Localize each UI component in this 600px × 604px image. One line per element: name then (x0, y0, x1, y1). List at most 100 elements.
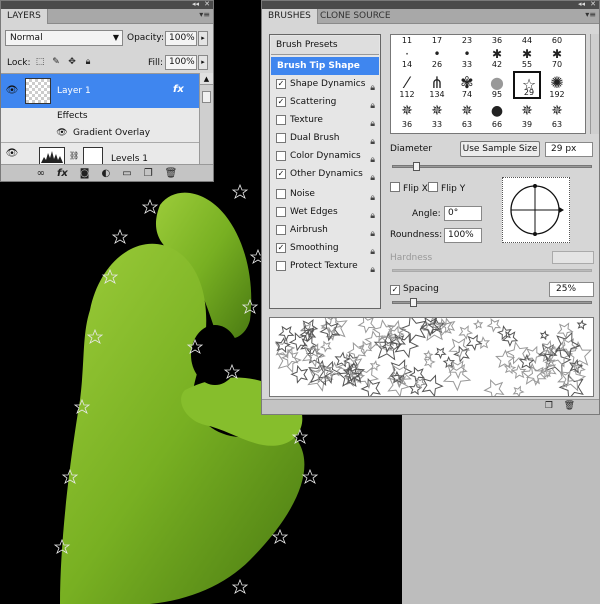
option-color-dynamics[interactable]: Color Dynamics 🔒︎ (271, 147, 379, 165)
diameter-slider-knob[interactable] (413, 162, 420, 171)
eye-icon[interactable]: 👁︎ (5, 148, 19, 160)
brush-tip[interactable]: • 33 (453, 45, 481, 69)
option-noise[interactable]: Noise 🔒︎ (271, 185, 379, 203)
opacity-input[interactable]: 100% (165, 31, 197, 46)
layers-scrollbar[interactable]: ▲ (199, 73, 213, 165)
folder-icon[interactable]: ▭ (122, 168, 131, 179)
brush-tip[interactable]: 44 (513, 35, 541, 45)
checkbox-checked[interactable]: ✓ (276, 79, 286, 89)
fx-icon[interactable]: fx (173, 84, 184, 95)
checkbox-checked[interactable]: ✓ (276, 97, 286, 107)
checkbox[interactable] (276, 133, 286, 143)
option-dual-brush[interactable]: Dual Brush 🔒︎ (271, 129, 379, 147)
checkbox[interactable] (428, 182, 438, 192)
brush-tip[interactable]: ✵ 36 (393, 101, 421, 129)
checkbox[interactable] (276, 207, 286, 217)
option-smoothing[interactable]: ✓ Smoothing 🔒︎ (271, 239, 379, 257)
option-airbrush[interactable]: Airbrush 🔒︎ (271, 221, 379, 239)
blend-mode-select[interactable]: Normal ▼ (5, 30, 123, 46)
checkbox-checked[interactable]: ✓ (276, 169, 286, 179)
fx-icon[interactable]: fx (57, 168, 68, 179)
diameter-slider[interactable] (392, 165, 592, 168)
option-wet-edges[interactable]: Wet Edges 🔒︎ (271, 203, 379, 221)
checkbox[interactable] (276, 151, 286, 161)
brush-tip[interactable]: ✵ 63 (453, 101, 481, 129)
mask-icon[interactable]: ◙ (80, 168, 90, 179)
brush-tip[interactable]: · 14 (393, 45, 421, 69)
collapse-icon[interactable]: ◂◂ (192, 0, 199, 8)
flip-y-control[interactable]: Flip Y (428, 181, 465, 194)
collapse-icon[interactable]: ◂◂ (578, 0, 585, 8)
spacing-slider[interactable] (392, 301, 592, 304)
eye-icon[interactable]: 👁︎ (5, 85, 19, 97)
new-layer-icon[interactable]: ❐ (144, 168, 153, 179)
brush-angle-widget[interactable] (502, 177, 570, 243)
option-brush-tip-shape[interactable]: Brush Tip Shape (271, 57, 379, 75)
checkbox[interactable] (276, 225, 286, 235)
opacity-arrow-icon[interactable]: ▸ (198, 31, 208, 46)
close-icon[interactable]: ✕ (590, 0, 596, 8)
trash-icon[interactable]: 🗑︎ (564, 401, 575, 411)
roundness-input[interactable]: 100% (444, 228, 482, 243)
brush-tip[interactable]: ✵ 39 (513, 101, 541, 129)
brushes-panel-titlebar[interactable]: ◂◂ ✕ (262, 0, 599, 9)
brush-tip[interactable]: 17 (423, 35, 451, 45)
option-other-dynamics[interactable]: ✓ Other Dynamics 🔒︎ (271, 165, 379, 183)
lock-move-icon[interactable]: ✥ (67, 57, 77, 67)
brush-presets-button[interactable]: Brush Presets (271, 36, 379, 55)
layers-panel-titlebar[interactable]: ◂◂ ✕ (1, 0, 213, 9)
spacing-control[interactable]: ✓ Spacing (390, 284, 439, 295)
brush-tip[interactable]: 36 (483, 35, 511, 45)
tab-clone-source[interactable]: CLONE SOURCE (314, 9, 397, 24)
spacing-input[interactable]: 25% (549, 282, 594, 297)
checkbox[interactable] (276, 189, 286, 199)
use-sample-size-button[interactable]: Use Sample Size (460, 141, 540, 157)
checkbox-checked[interactable]: ✓ (390, 285, 400, 295)
fill-arrow-icon[interactable]: ▸ (198, 55, 208, 70)
angle-input[interactable]: 0° (444, 206, 482, 221)
layer-row-layer-1[interactable]: 👁︎ Layer 1 fx (1, 74, 199, 108)
trash-icon[interactable]: 🗑︎ (165, 168, 178, 179)
brush-tip-selected[interactable]: ☆ 29 (513, 71, 541, 99)
brush-tip[interactable]: ✱ 70 (543, 45, 571, 69)
panel-menu-icon[interactable]: ▾≡ (199, 10, 210, 19)
close-icon[interactable]: ✕ (204, 0, 210, 8)
brush-grid-scrollbar[interactable] (590, 34, 599, 134)
flip-x-control[interactable]: Flip X (390, 181, 428, 194)
brush-tip[interactable]: ● 66 (483, 101, 511, 129)
brush-tip[interactable]: ✺ 192 (543, 71, 571, 99)
checkbox[interactable] (276, 115, 286, 125)
brush-tip[interactable]: ✾ 74 (453, 71, 481, 99)
option-texture[interactable]: Texture 🔒︎ (271, 111, 379, 129)
brush-tip[interactable]: ● 95 (483, 71, 511, 99)
tab-layers[interactable]: LAYERS (1, 9, 48, 24)
spacing-slider-knob[interactable] (410, 298, 417, 307)
scroll-thumb[interactable] (202, 91, 211, 103)
lock-all-icon[interactable]: 🔒︎ (83, 57, 93, 67)
adjustment-icon[interactable]: ◐ (102, 168, 111, 179)
brush-tip[interactable]: ⋔ 134 (423, 71, 451, 99)
checkbox[interactable] (390, 182, 400, 192)
brush-tip[interactable]: ✱ 42 (483, 45, 511, 69)
brush-tip[interactable]: ⁄ 112 (393, 71, 421, 99)
brush-tip[interactable]: • 26 (423, 45, 451, 69)
link-icon[interactable]: ∞ (37, 168, 45, 179)
diameter-input[interactable]: 29 px (545, 142, 593, 157)
brush-tip[interactable]: 60 (543, 35, 571, 45)
layer-effects-row[interactable]: Effects (1, 108, 199, 125)
layer-row-levels-1[interactable]: 👁︎ ⛓ Levels 1 (1, 142, 199, 166)
tab-brushes[interactable]: BRUSHES (262, 9, 318, 24)
lock-brush-icon[interactable]: ✎ (51, 57, 61, 67)
fill-input[interactable]: 100% (165, 55, 197, 70)
option-scattering[interactable]: ✓ Scattering 🔒︎ (271, 93, 379, 111)
lock-transparent-icon[interactable]: ⬚ (35, 57, 45, 67)
effect-eye-icon[interactable]: 👁︎ (55, 127, 69, 139)
brush-tip[interactable]: ✱ 55 (513, 45, 541, 69)
panel-menu-icon[interactable]: ▾≡ (585, 10, 596, 19)
checkbox-checked[interactable]: ✓ (276, 243, 286, 253)
brush-tip[interactable]: ✵ 33 (423, 101, 451, 129)
create-new-brush-icon[interactable]: ❐ (545, 401, 553, 411)
brush-tip[interactable]: 11 (393, 35, 421, 45)
lock-icon[interactable]: 🔒︎ (370, 261, 375, 279)
brush-tip[interactable]: ✵ 63 (543, 101, 571, 129)
